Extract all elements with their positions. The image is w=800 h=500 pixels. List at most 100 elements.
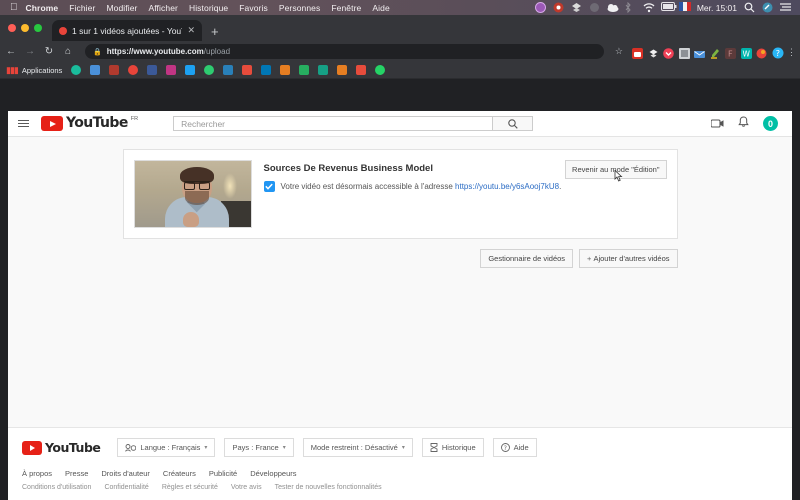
bookmark-fire-icon[interactable] [280,65,291,75]
footer-link-creators[interactable]: Créateurs [163,469,196,478]
hamburger-icon[interactable] [18,120,29,127]
bookmark-bank-icon[interactable] [109,65,120,75]
bookmark-youtube-icon[interactable] [128,65,139,75]
bookmark-green-chart-icon[interactable] [299,65,310,75]
footer-wordmark: YouTube [45,440,101,455]
email-icon[interactable] [694,46,705,58]
menu-item-chrome[interactable]: Chrome [26,3,59,13]
kebab-menu-icon[interactable]: ⋮ [787,47,796,56]
bookmark-star-icon[interactable]: ☆ [615,46,623,57]
video-manager-button[interactable]: Gestionnaire de vidéos [480,249,574,268]
bookmark-green-icon[interactable] [204,65,215,75]
history-button[interactable]: Historique [421,438,484,457]
search-icon[interactable] [744,2,755,13]
footer-link-privacy[interactable]: Confidentialité [104,484,148,491]
search-placeholder: Rechercher [181,118,226,129]
bookmark-linkedin-icon[interactable] [261,65,272,75]
restricted-mode-selector[interactable]: Mode restreint : Désactivé ▾ [302,438,413,457]
video-thumbnail[interactable] [133,160,252,228]
reload-icon[interactable]: ↻ [43,46,55,57]
menu-item-aide[interactable]: Aide [372,3,389,13]
menu-item-fenetre[interactable]: Fenêtre [331,3,361,13]
bookmark-apps[interactable]: ▮▮▮ Applications [6,65,62,76]
dropbox-icon[interactable] [571,2,582,13]
help-button[interactable]: ? Aide [492,438,537,457]
menu-item-personnes[interactable]: Personnes [279,3,321,13]
bookmark-orange-bars-icon[interactable] [337,65,348,75]
bookmark-facebook-icon[interactable] [147,65,158,75]
address-bar[interactable]: 🔒 https://www.youtube.com/upload [85,44,604,59]
language-selector[interactable]: Langue : Français ▾ [117,438,216,457]
footer-link-terms[interactable]: Conditions d'utilisation [22,484,91,491]
cloud-icon[interactable] [607,2,619,13]
footer-youtube-logo[interactable]: YouTube [22,440,101,455]
forward-arrow-icon[interactable]: → [24,46,36,57]
purple-circle-icon[interactable] [534,2,546,13]
search-input[interactable]: Rechercher [173,116,494,131]
youtube-wordmark: YouTube [66,115,128,131]
apple-menu-icon[interactable]:  [10,2,18,13]
footer-link-developers[interactable]: Développeurs [250,469,296,478]
footer-link-copyright[interactable]: Droits d'auteur [101,469,150,478]
help-icon[interactable]: ? [772,46,783,59]
grey-circle-icon[interactable] [589,2,600,13]
grammarly-icon[interactable] [678,46,690,59]
record-icon[interactable] [553,2,564,13]
video-url-link[interactable]: https://youtu.be/y6sAooj7kU8 [455,182,559,191]
new-tab-button[interactable]: + [211,24,219,39]
bookmark-red-pin-icon[interactable] [242,65,253,75]
avatar[interactable]: 0 [763,116,778,131]
bluetooth-icon[interactable] [625,2,636,13]
menu-item-favoris[interactable]: Favoris [239,3,268,13]
browser-tab[interactable]: 1 sur 1 vidéos ajoutées - YouTu ✕ [52,20,202,41]
bookmark-mail-icon[interactable] [90,65,101,75]
highlighter-icon[interactable] [710,46,721,59]
menu-item-historique[interactable]: Historique [189,3,228,13]
video-camera-icon[interactable] [710,115,724,133]
bookmark-red-news-icon[interactable] [356,65,367,75]
bookmark-grammarly-icon[interactable] [71,65,82,75]
footer-link-test-features[interactable]: Tester de nouvelles fonctionnalités [275,484,382,491]
minimize-window-button[interactable] [21,24,29,32]
add-more-videos-button[interactable]: + Ajouter d'autres vidéos [579,249,678,268]
dropbox-icon[interactable] [648,46,659,58]
footer-link-policy-safety[interactable]: Règles et sécurité [162,484,218,491]
battery-icon[interactable] [660,2,677,13]
footer-link-feedback[interactable]: Votre avis [231,484,262,491]
menu-item-modifier[interactable]: Modifier [106,3,137,13]
bookmark-teal-icon[interactable] [318,65,329,75]
lastpass-icon[interactable] [632,46,643,59]
bell-icon[interactable] [738,115,749,133]
f-icon[interactable]: F [725,46,736,59]
bookmark-blue-folder-icon[interactable] [223,65,234,75]
notification-center-icon[interactable] [780,2,791,13]
menu-bar-clock[interactable]: Mer. 15:01 [697,3,737,13]
search-button[interactable] [493,116,534,131]
control-center-icon[interactable] [762,2,773,13]
w-icon[interactable]: W [740,46,752,59]
return-to-edit-mode-button[interactable]: Revenir au mode "Édition" [565,160,667,182]
zoom-window-button[interactable] [34,24,42,32]
bookmark-instagram-icon[interactable] [166,65,177,75]
pocket-icon[interactable] [663,46,674,59]
bookmark-whatsapp-icon[interactable] [375,65,386,75]
youtube-logo[interactable]: YouTube FR [41,116,138,131]
url-path: /upload [203,47,231,56]
address-bar-url: https://www.youtube.com/upload [107,47,230,56]
wifi-icon[interactable] [643,2,655,13]
footer-link-advertising[interactable]: Publicité [209,469,237,478]
bookmark-twitter-icon[interactable] [185,65,196,75]
svg-text:F: F [728,50,733,59]
close-window-button[interactable] [8,24,16,32]
red-orange-icon[interactable] [756,46,767,59]
footer-link-press[interactable]: Presse [65,469,88,478]
tab-close-icon[interactable]: ✕ [187,25,195,36]
chevron-down-icon: ▾ [282,445,286,451]
flag-france-icon[interactable] [678,2,691,13]
home-icon[interactable]: ⌂ [62,46,74,57]
back-arrow-icon[interactable]: ← [5,46,17,57]
menu-item-afficher[interactable]: Afficher [148,3,177,13]
footer-link-about[interactable]: À propos [22,469,52,478]
menu-item-fichier[interactable]: Fichier [69,3,95,13]
country-selector[interactable]: Pays : France ▾ [224,438,294,457]
